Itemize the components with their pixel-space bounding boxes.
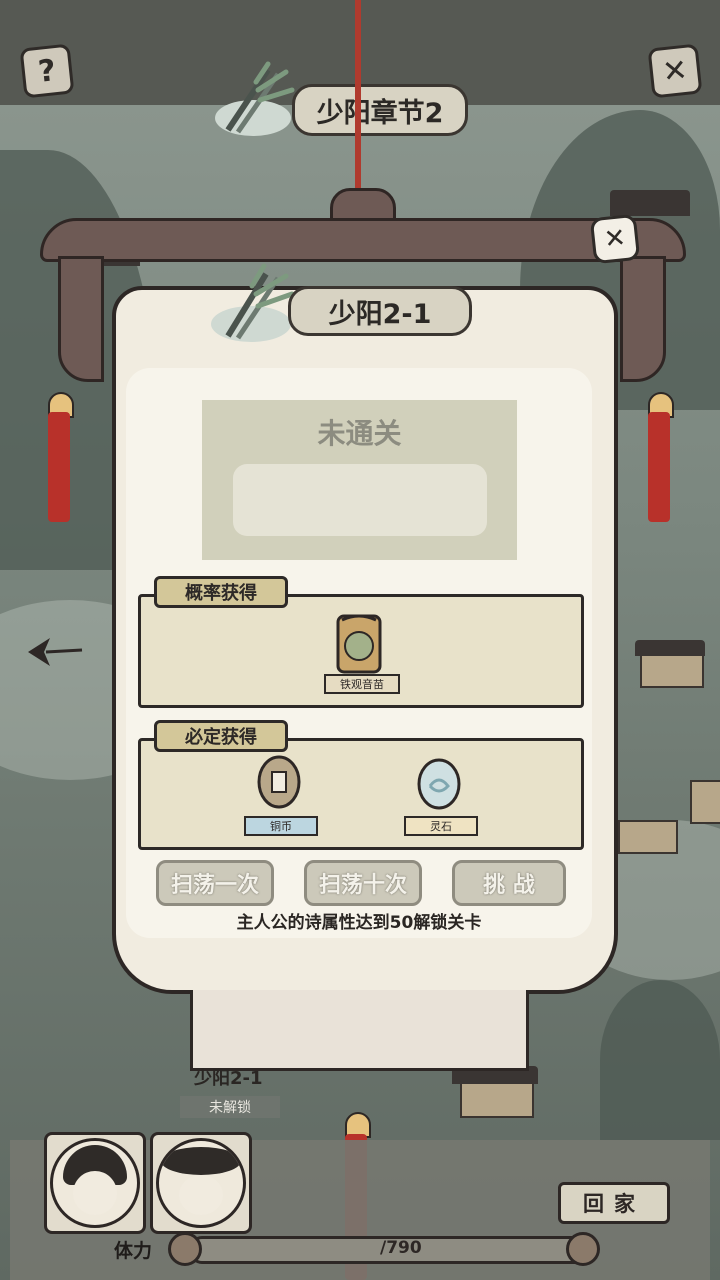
rating-slot (233, 464, 487, 536)
stamina-gourd-icon (566, 1232, 600, 1266)
scroll-bracket-right (620, 256, 666, 382)
building (618, 820, 678, 854)
building (690, 780, 720, 824)
character-portrait-2[interactable] (150, 1132, 252, 1234)
item-label: 灵石 (404, 816, 478, 836)
building (610, 190, 690, 216)
building-roof (635, 640, 705, 656)
x-icon: ✕ (602, 222, 628, 256)
item-label: 铜币 (244, 816, 318, 836)
help-button[interactable]: ? (19, 43, 75, 99)
stamina-label: 体力 (114, 1240, 153, 1262)
sweep-once-button[interactable]: 扫荡一次 (156, 860, 274, 906)
close-panel-button[interactable]: ✕ (589, 213, 641, 265)
building (460, 1080, 534, 1118)
map-node-title: 少阳2-1 (194, 1068, 263, 1089)
probable-drop-label: 概率获得 (154, 576, 288, 608)
guaranteed-drop-label: 必定获得 (154, 720, 288, 752)
character-portrait-1[interactable] (44, 1132, 146, 1234)
avatar (156, 1138, 246, 1228)
previous-arrow-icon[interactable] (24, 632, 84, 672)
guaranteed-drop-section (138, 738, 584, 850)
spirit-stone-icon[interactable] (414, 756, 464, 810)
unlock-hint: 主人公的诗属性达到50解锁关卡 (236, 913, 482, 933)
seed-bag-icon[interactable] (328, 610, 390, 674)
map-node-status: 未解锁 (180, 1096, 280, 1118)
chapter-title: 少阳章节2 (292, 84, 468, 136)
question-icon: ? (36, 52, 58, 90)
home-button[interactable]: 回家 (558, 1182, 670, 1224)
clear-status: 未通关 (317, 417, 402, 450)
item-label: 铁观音苗 (324, 674, 400, 694)
close-map-button[interactable]: ✕ (647, 43, 703, 99)
stamina-gourd-icon (168, 1232, 202, 1266)
bamboo-sword-emblem-icon (208, 60, 298, 140)
tassel (48, 412, 70, 522)
bamboo-sword-emblem-icon (206, 262, 296, 346)
sweep-ten-button[interactable]: 扫荡十次 (304, 860, 422, 906)
stamina-value: /790 (380, 1238, 422, 1258)
scroll-bottom (190, 990, 529, 1071)
tassel (648, 412, 670, 522)
challenge-button[interactable]: 挑 战 (452, 860, 566, 906)
x-icon: ✕ (660, 52, 690, 90)
scroll-crossbar (40, 218, 686, 262)
avatar (50, 1138, 140, 1228)
coin-icon[interactable] (254, 754, 304, 810)
stage-title: 少阳2-1 (288, 286, 472, 336)
mountain (600, 980, 720, 1140)
hanging-cord (355, 0, 361, 200)
scroll-bracket-left (58, 256, 104, 382)
